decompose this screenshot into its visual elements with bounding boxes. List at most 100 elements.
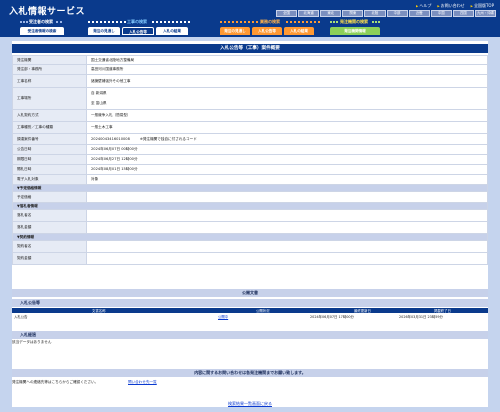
region-hokkaido[interactable]: 北海道: [298, 10, 320, 17]
tab-gyomu-kekka[interactable]: 入札の結果: [284, 27, 314, 35]
page-title: 入札公告等（工事）案件概要: [12, 44, 488, 53]
empty-note: 該当データはありません: [12, 340, 52, 344]
public-docs-section: 入札公告等 文書名称 公開状況 最終更新日 掲載終了日 入札公告 公開中 202…: [12, 297, 488, 324]
row-label: 入札契約方式: [12, 109, 87, 122]
region-zenkoku[interactable]: 全国: [276, 10, 298, 17]
col-updated: 最終更新日: [354, 309, 371, 313]
row-value: 対象: [86, 174, 488, 185]
table-row: 契約者名: [12, 240, 488, 253]
table-row: 期限日時 2024年06月27日 12時00分: [12, 154, 488, 165]
section-row: ▼契約情報: [12, 233, 488, 241]
doc-name: 入札公告: [14, 315, 28, 319]
table-row: 落札金額: [12, 221, 488, 234]
contact-link[interactable]: お問い合わせ: [437, 3, 465, 9]
row-label: 発注部・事務所: [12, 64, 87, 75]
table-row: 予定価格: [12, 191, 488, 203]
nav-tabs: 受注者情報の検索 発注の見通し 入札公告等 入札の結果 発注の見通し 入札公告等…: [20, 27, 490, 35]
row-value: 国土交通省北陸地方整備局: [86, 55, 488, 65]
row-label: 発注機関: [12, 55, 87, 65]
section-labels: 受注者の検索 工事の検索 業務の検索 発注機関の検索: [20, 19, 490, 25]
col-end: 掲載終了日: [434, 309, 451, 313]
row-label: 予定価格: [12, 191, 87, 203]
row-label: 落札金額: [12, 221, 87, 234]
doc-status-link[interactable]: 公開中: [218, 314, 228, 320]
contact-text: 発注機関への連絡先等はこちらからご確認ください。: [12, 380, 99, 384]
section-row: ▼落札者情報: [12, 202, 488, 210]
table-row: 工事名称 諸擁壁補強外その他工事: [12, 74, 488, 88]
row-label: 電子入札対象: [12, 174, 87, 185]
table-row: 発注部・事務所 高田河川国道事務所: [12, 64, 488, 75]
national-top-link[interactable]: 全国版TOP: [471, 3, 494, 9]
inquiry-notice: 内容に関するお問い合わせは各発注機関までお願い致します。: [12, 369, 488, 377]
contact-row: 発注機関への連絡先等はこちらからご確認ください。 問い合わせ先一覧: [12, 378, 488, 386]
table-row: 発注機関 国土交通省北陸地方整備局: [12, 55, 488, 65]
docs-table-header: 文書名称 公開状況 最終更新日 掲載終了日: [12, 308, 488, 313]
public-docs-subtitle: 入札公告等: [12, 299, 488, 307]
region-shikoku[interactable]: 四国: [452, 10, 474, 17]
section-juchu: 受注者の検索: [29, 19, 53, 24]
main-content: 入札公告等（工事）案件概要 発注機関 国土交通省北陸地方整備局 発注部・事務所 高田…: [12, 41, 488, 407]
row-value: 一般競争入札（簡易型）: [86, 109, 488, 122]
table-row: 電子入札対象 対象: [12, 174, 488, 185]
section-label: ▼落札者情報: [12, 202, 488, 210]
table-row: 調達案件番号 20240043416010008 ※発注機関で独自に付されるコード: [12, 133, 488, 145]
row-label: 工事種別／工事の種類: [12, 121, 87, 134]
row-label: 工事名称: [12, 74, 87, 88]
region-chugoku[interactable]: 中国: [430, 10, 452, 17]
public-docs-header: 公開文書: [12, 289, 488, 297]
tab-hatchu-info[interactable]: 発注機関情報: [330, 27, 380, 35]
tab-juchu-search[interactable]: 受注者情報の検索: [20, 27, 64, 35]
row-label: 期限日時: [12, 154, 87, 165]
doc-end: 2026年03月31日 23時59分: [399, 315, 443, 319]
contact-list-link[interactable]: 問い合わせ先一覧: [128, 378, 157, 386]
row-value: [86, 252, 488, 265]
location-to: 至 富山県: [91, 101, 107, 105]
section-label: ▼契約情報: [12, 233, 488, 241]
region-kyushu[interactable]: 九州・沖縄: [474, 10, 496, 17]
row-value: 20240043416010008 ※発注機関で独自に付されるコード: [86, 133, 488, 145]
row-value: 2024年08月01日 15時00分: [86, 164, 488, 175]
row-label: 契約金額: [12, 252, 87, 265]
tab-gyomu-koukoku[interactable]: 入札公告等: [252, 27, 282, 35]
content-panel: 入札公告等（工事）案件概要 発注機関 国土交通省北陸地方整備局 発注部・事務所 高田…: [0, 37, 500, 412]
tab-koji-koukoku[interactable]: 入札公告等: [122, 27, 154, 35]
back-to-results-link[interactable]: 検索結果一覧画面に戻る: [12, 401, 488, 407]
region-kinki[interactable]: 近畿: [408, 10, 430, 17]
col-status: 公開状況: [256, 309, 270, 313]
table-row: 入札契約方式 一般競争入札（簡易型）: [12, 109, 488, 122]
row-label: 公告日時: [12, 144, 87, 155]
row-label: 開札日時: [12, 164, 87, 175]
tab-koji-kekka[interactable]: 入札の結果: [156, 27, 188, 35]
row-value: [86, 209, 488, 222]
row-value: 2024年06月27日 12時00分: [86, 154, 488, 165]
region-hokuriku[interactable]: 北陸: [364, 10, 386, 17]
table-row: 公告日時 2024年06月07日 00時00分: [12, 144, 488, 155]
table-row: 落札者名: [12, 209, 488, 222]
table-row: 開札日時 2024年08月01日 15時00分: [12, 164, 488, 175]
case-number: 20240043416010008: [91, 136, 130, 141]
region-kanto[interactable]: 関東: [342, 10, 364, 17]
help-link[interactable]: ヘルプ: [416, 3, 431, 9]
row-value: [86, 191, 488, 203]
section-hatchu: 発注機関の検索: [340, 19, 368, 24]
row-value: [86, 221, 488, 234]
row-value: 2024年06月07日 00時00分: [86, 144, 488, 155]
row-label: 調達案件番号: [12, 133, 87, 145]
section-label: ▼予定価格情報: [12, 184, 488, 192]
region-tohoku[interactable]: 東北: [320, 10, 342, 17]
app-title: 入札情報サービス: [9, 7, 86, 17]
section-gyomu: 業務の検索: [260, 19, 280, 24]
row-value: 高田河川国道事務所: [86, 64, 488, 75]
table-row: 工事種別／工事の種類 一般土木工事: [12, 121, 488, 134]
case-summary-table: 発注機関 国土交通省北陸地方整備局 発注部・事務所 高田河川国道事務所 工事名称 諸擁…: [12, 55, 488, 265]
tab-gyomu-mitoshi[interactable]: 発注の見通し: [220, 27, 250, 35]
section-row: ▼予定価格情報: [12, 184, 488, 192]
doc-updated: 2024年06月07日 17時00分: [310, 315, 354, 319]
table-row: 工事場所自 新潟県至 富山県: [12, 87, 488, 110]
region-chubu[interactable]: 中部: [386, 10, 408, 17]
region-selector: 全国 北海道 東北 関東 北陸 中部 近畿 中国 四国 九州・沖縄: [276, 10, 496, 17]
row-value: 一般土木工事: [86, 121, 488, 134]
tab-koji-mitoshi[interactable]: 発注の見通し: [88, 27, 120, 35]
row-value: 諸擁壁補強外その他工事: [86, 74, 488, 88]
header: 入札情報サービス ヘルプ お問い合わせ 全国版TOP 全国 北海道 東北 関東 …: [0, 0, 500, 40]
